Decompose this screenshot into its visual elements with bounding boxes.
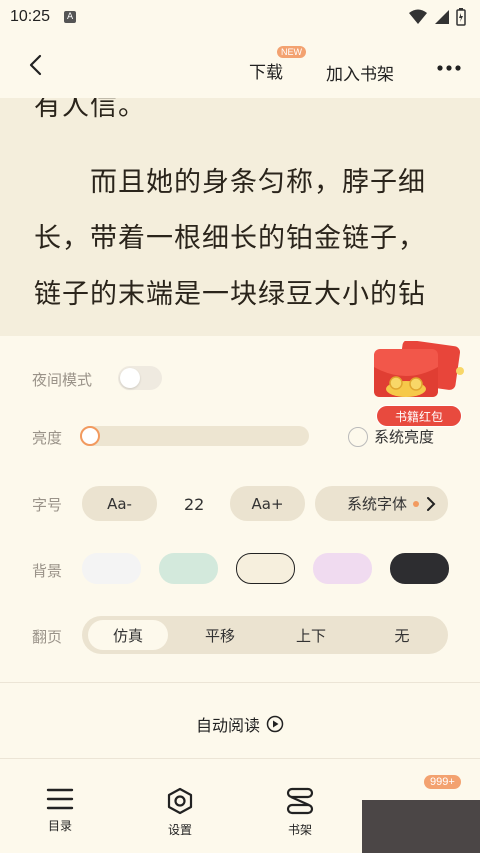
system-font-button[interactable]: 系统字体 [315, 486, 448, 521]
notification-icon: A [64, 11, 77, 23]
new-badge: NEW [277, 46, 306, 58]
background-swatch-4[interactable] [390, 553, 449, 584]
nav-settings[interactable]: 设置 [150, 787, 210, 838]
nav-shelf-label: 书架 [287, 823, 312, 837]
status-time: 10:25 [10, 8, 51, 25]
status-bar: 10:25 A [0, 0, 480, 34]
brightness-label: 亮度 [32, 429, 63, 447]
flip-option-slide[interactable]: 平移 [180, 620, 260, 650]
back-icon[interactable] [24, 52, 50, 78]
book-red-packet-promo[interactable]: 书籍红包 [370, 339, 468, 427]
new-dot [413, 500, 420, 507]
background-swatch-2[interactable] [236, 553, 295, 584]
red-envelope-icon [374, 339, 464, 397]
more-icon[interactable] [436, 60, 462, 76]
system-brightness-option[interactable]: 系统亮度 [348, 426, 434, 447]
status-icons [408, 8, 466, 26]
count-badge: 999+ [424, 775, 461, 789]
top-bar: 下载 NEW 加入书架 [0, 34, 480, 98]
system-brightness-radio[interactable] [348, 426, 368, 447]
flip-option-simulate[interactable]: 仿真 [88, 620, 168, 650]
chevron-right-icon [427, 496, 436, 511]
battery-icon [456, 8, 466, 26]
system-font-label: 系统字体 [347, 495, 408, 513]
reading-content: 有人信。 而且她的身条匀称，脖子细 长，带着一根细长的铂金链子， 链子的末端是一… [0, 98, 480, 336]
reading-line: 长，带着一根细长的铂金链子， [34, 223, 426, 254]
reading-line: 链子的末端是一块绿豆大小的钻 [34, 279, 426, 310]
background-swatch-1[interactable] [159, 553, 218, 584]
auto-read-label: 自动阅读 [195, 716, 260, 735]
font-size-label: 字号 [32, 496, 63, 514]
system-brightness-label: 系统亮度 [374, 428, 435, 446]
reading-line: 而且她的身条匀称，脖子细 [34, 167, 426, 198]
add-to-shelf-button[interactable]: 加入书架 [326, 60, 394, 85]
font-increase-button[interactable]: Aa+ [230, 486, 305, 521]
divider [0, 682, 480, 683]
reading-line: 有人信。 [34, 98, 146, 122]
background-swatch-0[interactable] [82, 553, 141, 584]
red-packet-label: 书籍红包 [376, 405, 462, 427]
signal-icon [435, 10, 449, 24]
brightness-thumb[interactable] [80, 426, 100, 446]
page-flip-selector: 仿真 平移 上下 无 [82, 616, 448, 654]
menu-list-icon [46, 788, 74, 810]
background-swatch-3[interactable] [313, 553, 372, 584]
brightness-slider[interactable] [80, 426, 309, 446]
wifi-icon [409, 9, 427, 24]
night-mode-toggle[interactable] [118, 366, 162, 390]
play-circle-icon [266, 715, 284, 733]
flip-option-none[interactable]: 无 [362, 620, 442, 650]
nav-shelf[interactable]: 书架 [270, 787, 330, 838]
font-size-value: 22 [184, 495, 205, 514]
nav-settings-label: 设置 [167, 823, 192, 837]
page-flip-label: 翻页 [32, 628, 63, 646]
font-decrease-button[interactable]: Aa- [82, 486, 157, 521]
settings-hexagon-icon [167, 787, 193, 815]
auto-read-button[interactable]: 自动阅读 [0, 712, 480, 736]
background-label: 背景 [32, 562, 63, 580]
download-button[interactable]: 下载 [249, 58, 283, 83]
bookshelf-icon [286, 787, 314, 815]
divider [0, 758, 480, 759]
nav-toc[interactable]: 目录 [30, 787, 90, 834]
flip-option-vertical[interactable]: 上下 [271, 620, 351, 650]
night-mode-label: 夜间模式 [32, 371, 93, 389]
overlay-thumbnail [362, 800, 480, 853]
toggle-knob [120, 368, 140, 388]
nav-toc-label: 目录 [47, 819, 72, 833]
